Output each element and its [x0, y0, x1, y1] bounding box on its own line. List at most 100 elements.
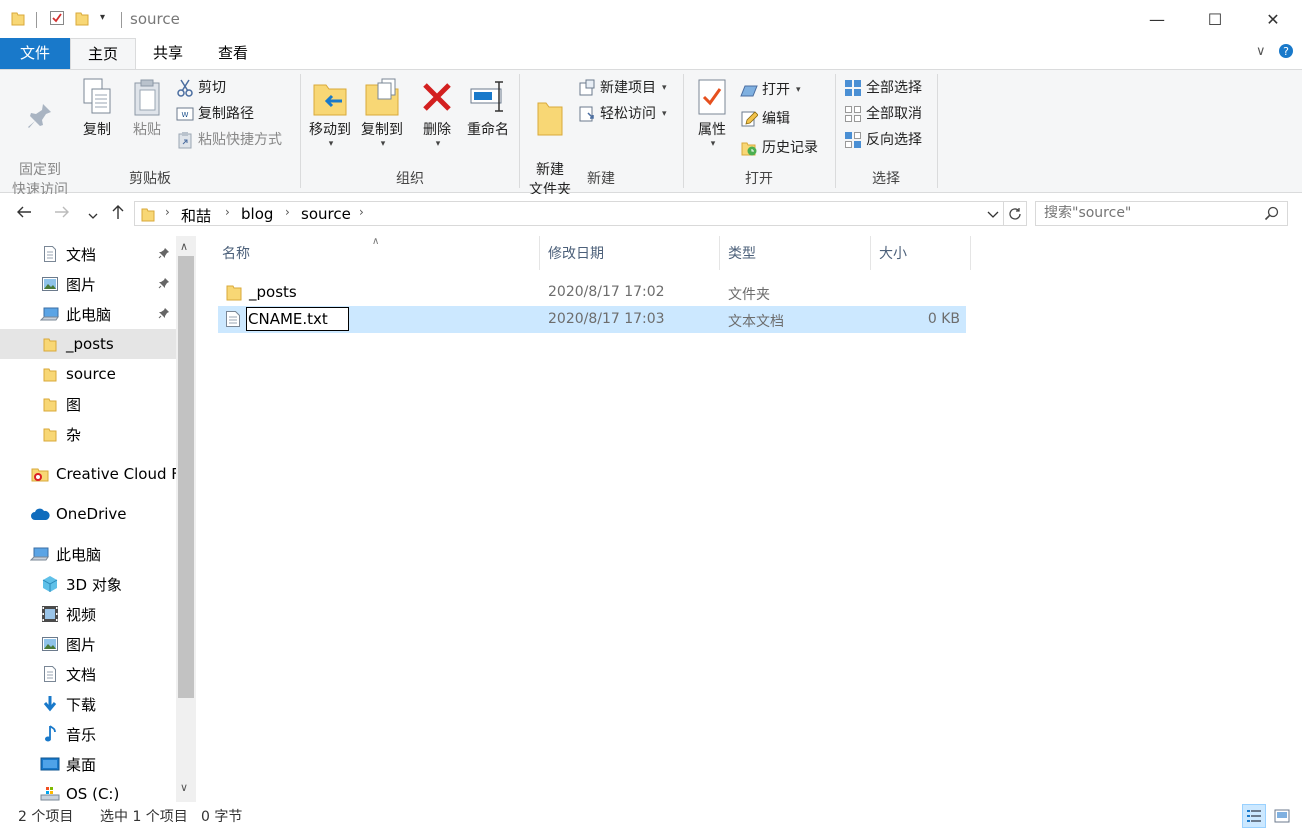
select-group: 全部选择 全部取消 反向选择 选择	[836, 70, 936, 192]
folder-icon	[11, 10, 25, 30]
breadcrumb-chevron-icon[interactable]: ›	[285, 205, 290, 219]
file-row[interactable]: _posts 2020/8/17 17:02 文件夹	[218, 279, 966, 306]
recent-locations-chevron-icon[interactable]	[88, 206, 98, 225]
column-header-name[interactable]: 名称	[214, 236, 540, 270]
delete-button[interactable]: 删除 ▾	[417, 76, 457, 149]
nav-item[interactable]: 图片	[0, 629, 176, 659]
nav-scroll-thumb[interactable]	[178, 256, 194, 698]
folder-icon	[40, 365, 60, 383]
nav-item[interactable]: 文档	[0, 659, 176, 689]
back-arrow-icon[interactable]	[16, 204, 32, 224]
collapse-ribbon-icon[interactable]: ∨	[1256, 44, 1266, 59]
open-button[interactable]: 打开 ▾	[740, 79, 801, 101]
tab-view[interactable]: 查看	[200, 38, 266, 69]
nav-item[interactable]: 3D 对象	[0, 569, 176, 599]
easy-access-button[interactable]: 轻松访问 ▾	[578, 103, 667, 125]
document-icon	[40, 245, 60, 263]
invert-selection-button[interactable]: 反向选择	[844, 129, 922, 151]
search-input[interactable]	[1044, 205, 1254, 221]
nav-item[interactable]: Creative Cloud Files	[0, 459, 176, 489]
nav-item[interactable]: OS (C:)	[0, 779, 176, 802]
maximize-button[interactable]: ☐	[1186, 0, 1244, 38]
rename-button[interactable]: 重命名	[463, 76, 513, 140]
folder-icon	[141, 206, 155, 226]
select-none-button[interactable]: 全部取消	[844, 103, 922, 125]
rename-input[interactable]	[246, 307, 349, 331]
nav-item[interactable]: source	[0, 359, 176, 389]
tab-file[interactable]: 文件	[0, 38, 70, 69]
up-arrow-icon[interactable]	[110, 204, 126, 224]
nav-item-label: 音乐	[66, 725, 97, 744]
edit-button[interactable]: 编辑	[740, 108, 790, 130]
close-button[interactable]: ✕	[1244, 0, 1302, 38]
nav-item[interactable]: 音乐	[0, 719, 176, 749]
new-group-label: 新建	[587, 171, 615, 187]
edit-pencil-icon	[740, 110, 758, 128]
invert-selection-icon	[844, 131, 862, 149]
history-button[interactable]: 历史记录	[740, 137, 818, 159]
nav-item[interactable]: 此电脑	[0, 299, 176, 329]
details-view-button[interactable]	[1242, 804, 1266, 828]
column-header-type[interactable]: 类型	[720, 236, 871, 270]
select-all-button[interactable]: 全部选择	[844, 77, 922, 99]
nav-item-label: 此电脑	[66, 305, 112, 324]
file-type: 文本文档	[728, 314, 784, 330]
help-icon[interactable]: ?	[1278, 43, 1294, 63]
nav-item[interactable]: 图片	[0, 269, 176, 299]
large-icons-view-button[interactable]	[1270, 804, 1294, 828]
customize-quick-access-icon[interactable]: ▾	[100, 12, 105, 23]
nav-item-label: 图	[66, 395, 82, 414]
nav-item[interactable]: 桌面	[0, 749, 176, 779]
breadcrumb-item[interactable]: blog	[241, 205, 273, 223]
breadcrumb-chevron-icon[interactable]: ›	[165, 205, 170, 219]
open-group-label: 打开	[745, 171, 773, 187]
scroll-up-icon[interactable]: ∧	[180, 240, 188, 253]
pin-icon	[158, 247, 170, 262]
copy-to-button[interactable]: 复制到 ▾	[357, 76, 407, 149]
copy-path-button[interactable]: W 复制路径	[176, 103, 254, 125]
move-to-button[interactable]: 移动到 ▾	[305, 76, 355, 149]
forward-arrow-icon[interactable]	[54, 204, 70, 224]
breadcrumb-item[interactable]: source	[301, 205, 351, 223]
nav-scrollbar[interactable]: ∧ ∨	[176, 236, 196, 802]
address-history-chevron-icon[interactable]	[987, 208, 999, 224]
nav-item[interactable]: 文档	[0, 239, 176, 269]
search-box[interactable]	[1035, 201, 1288, 226]
paste-button[interactable]: 粘贴	[126, 76, 168, 140]
nav-item[interactable]: _posts	[0, 329, 176, 359]
cut-button[interactable]: 剪切	[176, 77, 226, 99]
new-folder-quick-icon[interactable]	[75, 10, 89, 30]
nav-item[interactable]: 下载	[0, 689, 176, 719]
nav-item[interactable]: 杂	[0, 419, 176, 449]
search-icon[interactable]	[1264, 206, 1279, 225]
refresh-button[interactable]	[1003, 201, 1027, 226]
column-header-modified[interactable]: 修改日期	[540, 236, 720, 270]
breadcrumb-item[interactable]: 和喆	[181, 205, 211, 226]
nav-item[interactable]: 图	[0, 389, 176, 419]
cloud-icon	[30, 505, 50, 523]
properties-quick-icon[interactable]	[49, 10, 65, 30]
address-bar[interactable]: › 和喆 › blog › source ›	[134, 201, 1004, 226]
nav-item[interactable]: 视频	[0, 599, 176, 629]
new-folder-icon	[530, 96, 570, 138]
select-all-icon	[844, 79, 862, 97]
file-row[interactable]: 2020/8/17 17:03 文本文档 0 KB	[218, 306, 966, 333]
scroll-down-icon[interactable]: ∨	[180, 781, 188, 794]
copy-button[interactable]: 复制	[76, 76, 118, 140]
column-header-size[interactable]: 大小	[871, 236, 971, 270]
nav-item[interactable]: OneDrive	[0, 499, 176, 529]
new-item-button[interactable]: 新建项目 ▾	[578, 77, 667, 99]
breadcrumb-chevron-icon[interactable]: ›	[225, 205, 230, 219]
delete-x-icon	[417, 76, 457, 118]
paste-shortcut-button[interactable]: 粘贴快捷方式	[176, 129, 282, 151]
navigation-bar: › 和喆 › blog › source ›	[0, 194, 1302, 236]
easy-access-icon	[578, 105, 596, 123]
minimize-button[interactable]: —	[1128, 0, 1186, 38]
tab-share[interactable]: 共享	[137, 38, 199, 69]
nav-item-label: Creative Cloud Files	[56, 465, 176, 483]
tab-home[interactable]: 主页	[70, 38, 136, 70]
properties-button[interactable]: 属性 ▾	[690, 76, 734, 149]
history-icon	[740, 139, 758, 157]
nav-item[interactable]: 此电脑	[0, 539, 176, 569]
breadcrumb-chevron-icon[interactable]: ›	[359, 205, 364, 219]
